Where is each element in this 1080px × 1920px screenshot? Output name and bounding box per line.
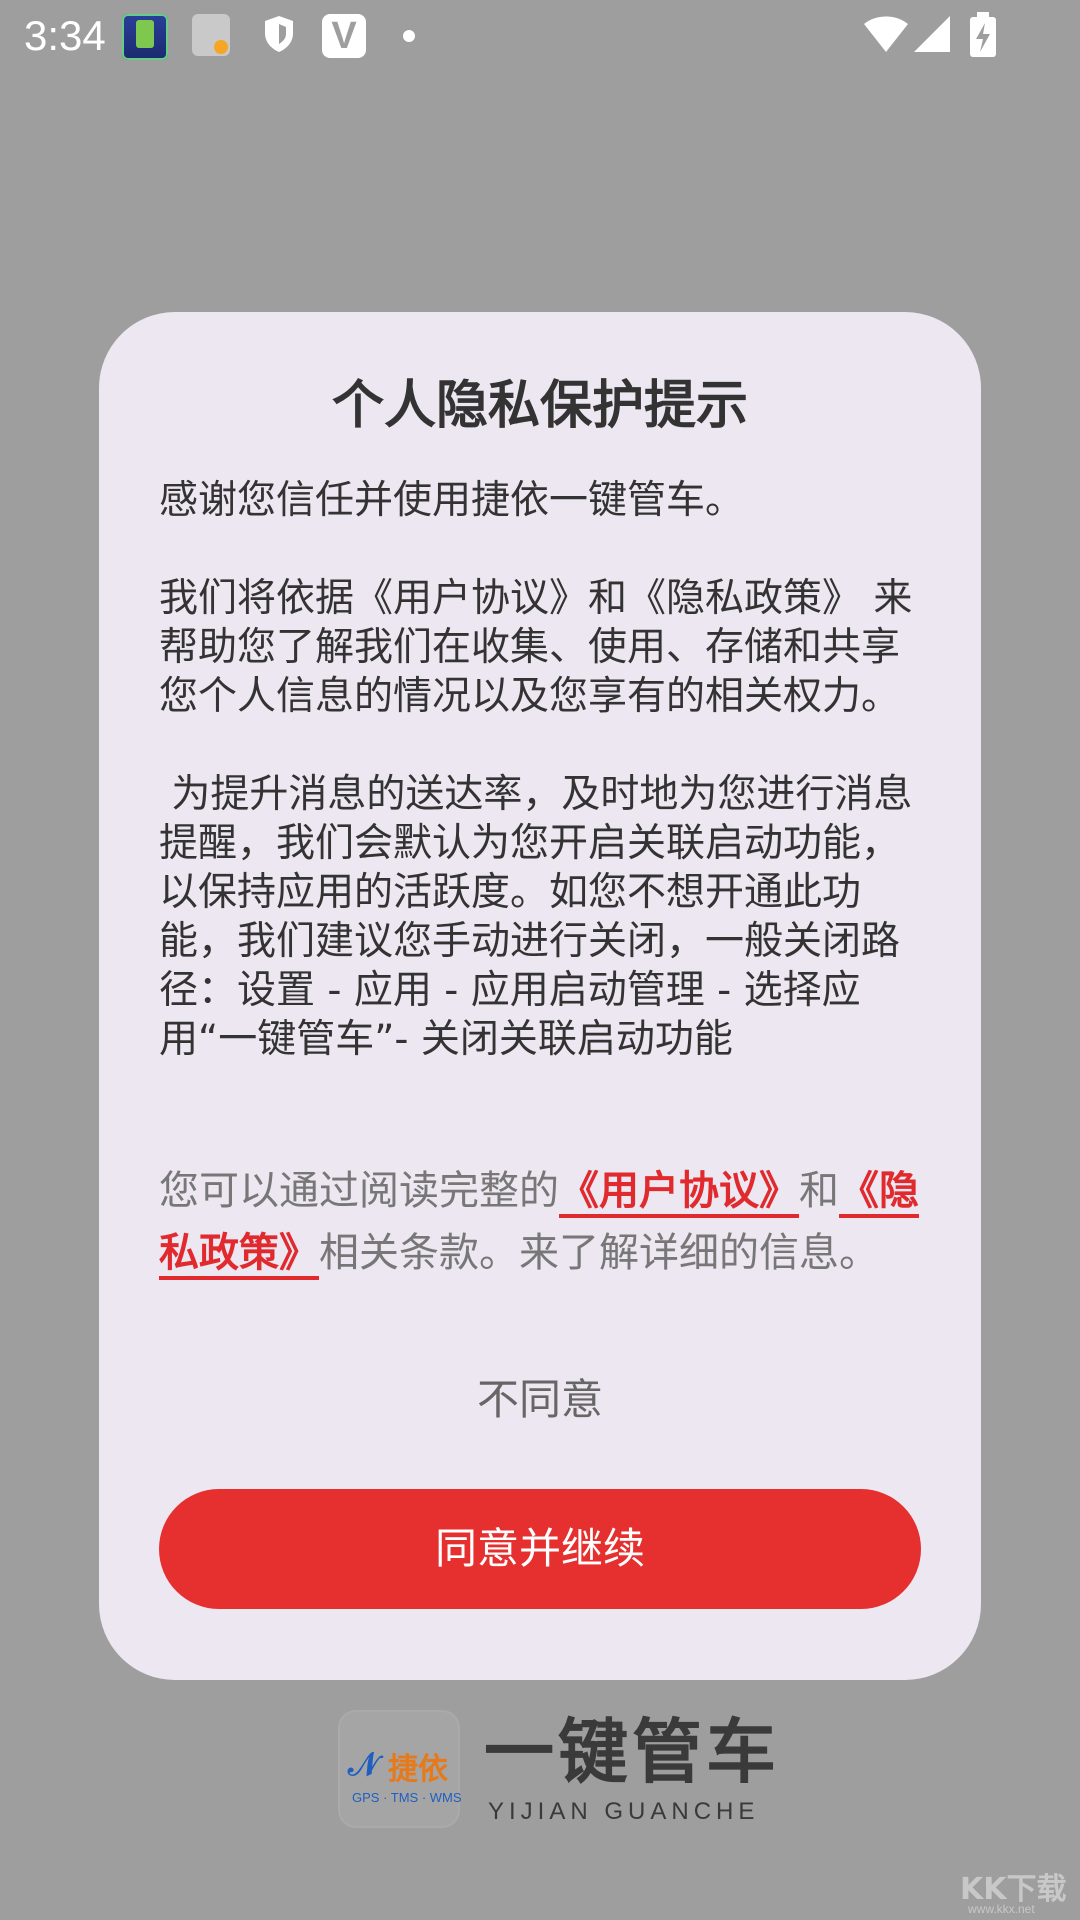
agree-continue-button[interactable]: 同意并继续 xyxy=(159,1489,921,1609)
app-name-pinyin: YIJIAN GUANCHE xyxy=(488,1798,760,1825)
notification-dot-icon xyxy=(403,30,415,42)
watermark-url: www.kkx.net xyxy=(968,1902,1035,1916)
clipboard-icon xyxy=(192,14,230,56)
wifi-icon xyxy=(864,16,908,52)
summary-and: 和 xyxy=(799,1168,839,1214)
paragraph-agreement: 我们将依据《用户协议》和《隐私政策》 来帮助您了解我们在收集、使用、存储和共享您… xyxy=(159,576,913,719)
battery-charging-icon xyxy=(970,12,996,57)
brand-logo-subtitle: GPS · TMS · WMS xyxy=(352,1790,462,1805)
battery-app-icon xyxy=(122,14,168,60)
user-agreement-link[interactable]: 《用户协议》 xyxy=(559,1168,799,1214)
brand-mark-icon: 𝒩 xyxy=(348,1746,379,1782)
privacy-dialog: 个人隐私保护提示 感谢您信任并使用捷依一键管车。 我们将依据《用户协议》和《隐私… xyxy=(99,312,981,1680)
summary-prefix: 您可以通过阅读完整的 xyxy=(159,1168,559,1214)
brand-logo: 𝒩 捷依 GPS · TMS · WMS xyxy=(338,1710,462,1828)
dialog-title: 个人隐私保护提示 xyxy=(331,376,748,436)
status-time: 3:34 xyxy=(24,12,106,59)
shield-icon xyxy=(265,16,293,52)
brand-logo-name: 捷依 xyxy=(388,1752,448,1787)
signal-icon xyxy=(914,16,950,52)
status-bar: 3:34 V xyxy=(0,0,1080,72)
privacy-text-scroll[interactable]: 感谢您信任并使用捷依一键管车。 我们将依据《用户协议》和《隐私政策》 来帮助您了… xyxy=(159,476,919,1126)
agreement-summary: 您可以通过阅读完整的《用户协议》和《隐私政策》相关条款。来了解详细的信息。 xyxy=(159,1160,929,1284)
paragraph-thanks: 感谢您信任并使用捷依一键管车。 xyxy=(159,478,745,523)
app-name: 一键管车 xyxy=(484,1711,780,1793)
paragraph-auto-start: 为提升消息的送达率，及时地为您进行消息提醒，我们会默认为您开启关联启动功能，以保… xyxy=(159,772,913,1062)
v-app-icon: V xyxy=(322,14,366,58)
disagree-button[interactable]: 不同意 xyxy=(99,1372,981,1428)
summary-suffix: 相关条款。来了解详细的信息。 xyxy=(319,1230,879,1276)
